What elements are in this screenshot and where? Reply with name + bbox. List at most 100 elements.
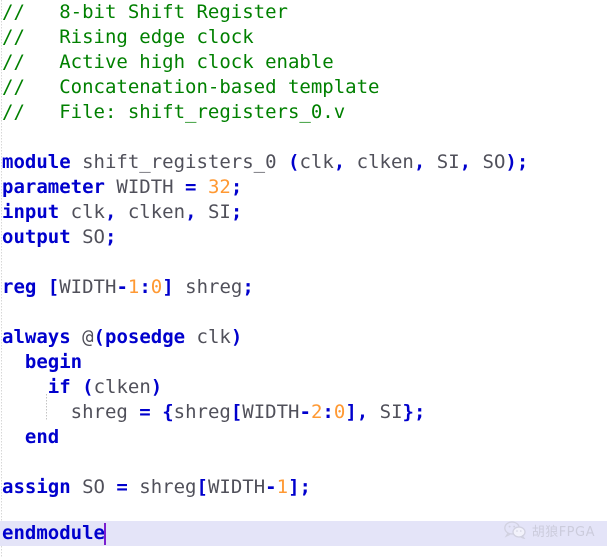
code-line[interactable]: end bbox=[0, 425, 607, 450]
code-line[interactable]: // Rising edge clock bbox=[0, 25, 607, 50]
code-token-number: 2 bbox=[310, 401, 323, 423]
code-text-area[interactable]: // 8-bit Shift Register // Rising edge cl… bbox=[0, 0, 607, 557]
code-token-punct: [ bbox=[47, 276, 60, 298]
code-token-punct: , bbox=[185, 201, 197, 223]
code-token-keyword: output bbox=[2, 226, 71, 248]
code-token-ident: SI bbox=[196, 201, 231, 223]
code-token-ident: shreg bbox=[2, 401, 140, 423]
code-token-keyword: reg bbox=[2, 276, 37, 298]
code-line[interactable]: // Concatenation-based template bbox=[0, 75, 607, 100]
code-token-ident: shreg bbox=[173, 401, 231, 423]
code-token-punct: ; bbox=[230, 176, 243, 198]
code-token-keyword: assign bbox=[2, 476, 71, 498]
code-token-keyword: posedge bbox=[105, 326, 186, 348]
code-token-punct: ); bbox=[505, 151, 529, 173]
code-token-punct: = bbox=[185, 176, 197, 198]
code-token-ident: SI bbox=[425, 151, 460, 173]
code-token-ident: WIDTH bbox=[242, 401, 300, 423]
code-line[interactable]: module shift_registers_0 (clk, clken, SI… bbox=[0, 150, 607, 175]
code-token-punct: , bbox=[333, 151, 346, 173]
code-line[interactable] bbox=[0, 450, 607, 475]
code-token-punct: ) bbox=[150, 376, 163, 398]
code-token-number: 0 bbox=[333, 401, 346, 423]
code-token-ident: clken bbox=[93, 376, 151, 398]
code-token-ident: clk bbox=[59, 201, 105, 223]
code-line[interactable]: reg [WIDTH-1:0] shreg; bbox=[0, 275, 607, 300]
code-line[interactable] bbox=[0, 125, 607, 150]
code-line[interactable]: assign SO = shreg[WIDTH-1]; bbox=[0, 475, 607, 500]
code-token-keyword: module bbox=[2, 151, 71, 173]
code-line[interactable]: // 8-bit Shift Register bbox=[0, 0, 607, 25]
code-token-keyword: if bbox=[47, 376, 71, 398]
code-token-ident: clk bbox=[299, 151, 334, 173]
code-line[interactable]: input clk, clken, SI; bbox=[0, 200, 607, 225]
code-token-punct: [ bbox=[230, 401, 243, 423]
code-token-punct: ( bbox=[93, 326, 105, 348]
code-line[interactable]: endmodule bbox=[0, 521, 607, 546]
code-token-ident: shreg bbox=[173, 276, 243, 298]
indent-guide bbox=[46, 394, 47, 421]
code-token-comment: // 8-bit Shift Register bbox=[2, 1, 288, 23]
code-token-punct: : bbox=[139, 276, 151, 298]
code-token-ident: WIDTH bbox=[207, 476, 266, 498]
code-token-punct: ; bbox=[230, 201, 243, 223]
code-token-ident: SO bbox=[70, 476, 117, 498]
code-token-ident: shift_registers_0 bbox=[70, 151, 288, 173]
code-token-keyword: parameter bbox=[2, 176, 105, 198]
code-token-punct: ], bbox=[345, 401, 369, 423]
code-token-keyword: begin bbox=[24, 351, 83, 373]
code-token-punct: ; bbox=[104, 226, 117, 248]
code-token-punct: - bbox=[299, 401, 311, 423]
code-line[interactable]: begin bbox=[0, 350, 607, 375]
code-token-punct: = bbox=[139, 401, 151, 423]
code-token-keyword: always bbox=[2, 326, 71, 348]
code-token-number: 1 bbox=[127, 276, 140, 298]
code-token-ident: @ bbox=[82, 326, 94, 348]
code-token-ident: clken bbox=[116, 201, 186, 223]
code-editor[interactable]: // 8-bit Shift Register // Rising edge cl… bbox=[0, 0, 607, 557]
code-token-punct: }; bbox=[402, 401, 426, 423]
code-token-number: 32 bbox=[207, 176, 231, 198]
code-token-ident: shreg bbox=[127, 476, 197, 498]
code-token-punct: ( bbox=[82, 376, 94, 398]
code-token-keyword: end bbox=[24, 426, 60, 448]
code-token-ident: WIDTH bbox=[104, 176, 186, 198]
code-token-punct: , bbox=[459, 151, 472, 173]
code-line[interactable] bbox=[0, 250, 607, 275]
code-line[interactable]: shreg = {shreg[WIDTH-2:0], SI}; bbox=[0, 400, 607, 425]
code-token-comment: // Active high clock enable bbox=[2, 51, 334, 73]
code-line[interactable]: // File: shift_registers_0.v bbox=[0, 100, 607, 125]
code-token-punct: , bbox=[104, 201, 117, 223]
code-line[interactable] bbox=[0, 300, 607, 325]
text-caret bbox=[104, 523, 107, 545]
code-token-keyword: endmodule bbox=[2, 522, 105, 544]
code-token-punct: - bbox=[265, 476, 277, 498]
code-token-ident: clk bbox=[185, 326, 231, 348]
code-line[interactable]: if (clken) bbox=[0, 375, 607, 400]
code-token-punct: ]; bbox=[288, 476, 311, 498]
code-line[interactable]: // Active high clock enable bbox=[0, 50, 607, 75]
code-token-comment: // Concatenation-based template bbox=[2, 76, 380, 98]
code-token-punct: ( bbox=[287, 151, 300, 173]
code-line[interactable]: output SO; bbox=[0, 225, 607, 250]
code-token-punct: ] bbox=[162, 276, 174, 298]
code-token-ident: SO bbox=[70, 226, 105, 248]
code-token-number: 0 bbox=[150, 276, 163, 298]
code-token-punct: : bbox=[322, 401, 334, 423]
code-line[interactable]: always @(posedge clk) bbox=[0, 325, 607, 350]
code-line[interactable]: parameter WIDTH = 32; bbox=[0, 175, 607, 200]
code-token-keyword: input bbox=[2, 201, 60, 223]
code-token-comment: // Rising edge clock bbox=[2, 26, 254, 48]
code-token-ident: SO bbox=[471, 151, 506, 173]
code-token-punct: , bbox=[413, 151, 426, 173]
code-token-punct: { bbox=[162, 401, 174, 423]
code-token-ident: SI bbox=[368, 401, 403, 423]
code-token-punct: ) bbox=[230, 326, 243, 348]
code-token-punct: = bbox=[116, 476, 128, 498]
code-token-punct: ; bbox=[242, 276, 254, 298]
